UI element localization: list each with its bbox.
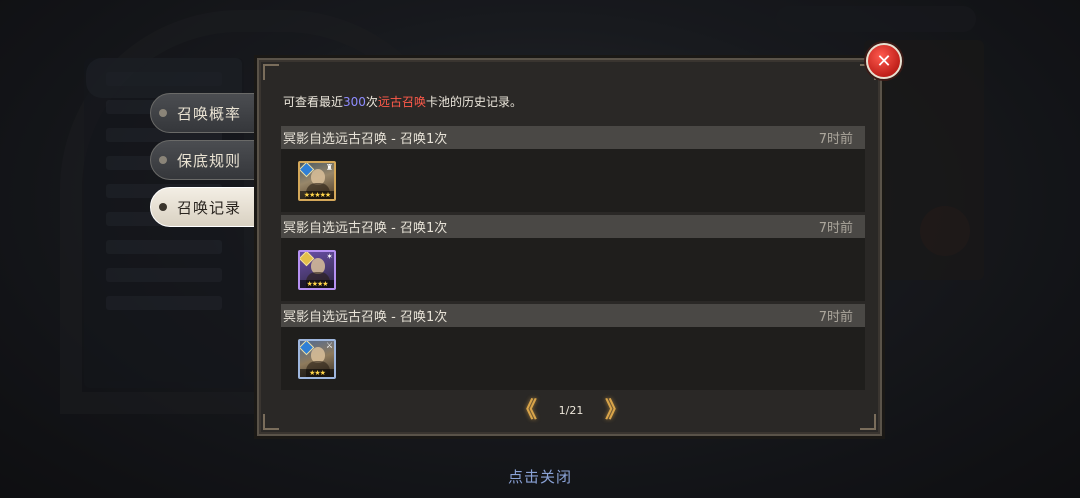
entry-title: 冥影自选远古召唤 - 召唤1次 xyxy=(283,310,448,325)
entry-time: 7时前 xyxy=(818,310,853,325)
history-entry-header: 冥影自选远古召唤 - 召唤1次 7时前 xyxy=(281,215,865,238)
tab-dot-icon xyxy=(159,109,167,117)
hero-card[interactable]: ✶ ★★★★ xyxy=(298,250,336,290)
summon-history-panel: 可查看最近300次远古召唤卡池的历史记录。 冥影自选远古召唤 - 召唤1次 7时… xyxy=(257,58,882,436)
entry-title: 冥影自选远古召唤 - 召唤1次 xyxy=(283,221,448,236)
tab-summon-rates[interactable]: 召唤概率 xyxy=(150,93,262,133)
entry-time: 7时前 xyxy=(818,132,853,147)
tab-dot-icon xyxy=(159,156,167,164)
history-entry-body: ✶ ★★★★ xyxy=(281,238,865,301)
history-entry: 冥影自选远古召唤 - 召唤1次 7时前 ✶ ★★★★ xyxy=(281,215,865,301)
history-entry-header: 冥影自选远古召唤 - 召唤1次 7时前 xyxy=(281,304,865,327)
tap-to-close-text[interactable]: 点击关闭 xyxy=(0,466,1080,487)
class-icon: ⚔ xyxy=(325,341,333,350)
history-entry-body: ♜ ★★★★★ xyxy=(281,149,865,212)
history-info-text: 可查看最近300次远古召唤卡池的历史记录。 xyxy=(283,95,522,109)
star-rating: ★★★★ xyxy=(300,280,334,288)
corner-ornament xyxy=(263,64,279,80)
pagination: 《 1/21 》 xyxy=(259,400,880,424)
history-entry-header: 冥影自选远古召唤 - 召唤1次 7时前 xyxy=(281,126,865,149)
pool-name: 远古召唤 xyxy=(377,95,426,109)
history-entry-body: ⚔ ★★★ xyxy=(281,327,865,390)
tab-dot-icon xyxy=(159,203,167,211)
class-icon: ✶ xyxy=(326,252,333,261)
prev-page-icon[interactable]: 《 xyxy=(511,400,541,424)
close-icon[interactable]: ✕ xyxy=(866,43,902,79)
class-icon: ♜ xyxy=(325,163,333,172)
tab-label: 召唤概率 xyxy=(177,104,242,123)
history-count: 300 xyxy=(343,95,366,109)
tab-label: 召唤记录 xyxy=(177,198,242,217)
tab-summon-history[interactable]: 召唤记录 xyxy=(150,187,262,227)
history-entry: 冥影自选远古召唤 - 召唤1次 7时前 ♜ ★★★★★ xyxy=(281,126,865,212)
next-page-icon[interactable]: 》 xyxy=(601,400,631,424)
history-entry: 冥影自选远古召唤 - 召唤1次 7时前 ⚔ ★★★ xyxy=(281,304,865,390)
page-indicator: 1/21 xyxy=(558,404,584,417)
hero-card[interactable]: ⚔ ★★★ xyxy=(298,339,336,379)
tab-pity-rules[interactable]: 保底规则 xyxy=(150,140,262,180)
hero-card[interactable]: ♜ ★★★★★ xyxy=(298,161,336,201)
star-rating: ★★★ xyxy=(300,369,334,377)
entry-time: 7时前 xyxy=(818,221,853,236)
entry-title: 冥影自选远古召唤 - 召唤1次 xyxy=(283,132,448,147)
star-rating: ★★★★★ xyxy=(300,191,334,199)
tab-label: 保底规则 xyxy=(177,151,242,170)
